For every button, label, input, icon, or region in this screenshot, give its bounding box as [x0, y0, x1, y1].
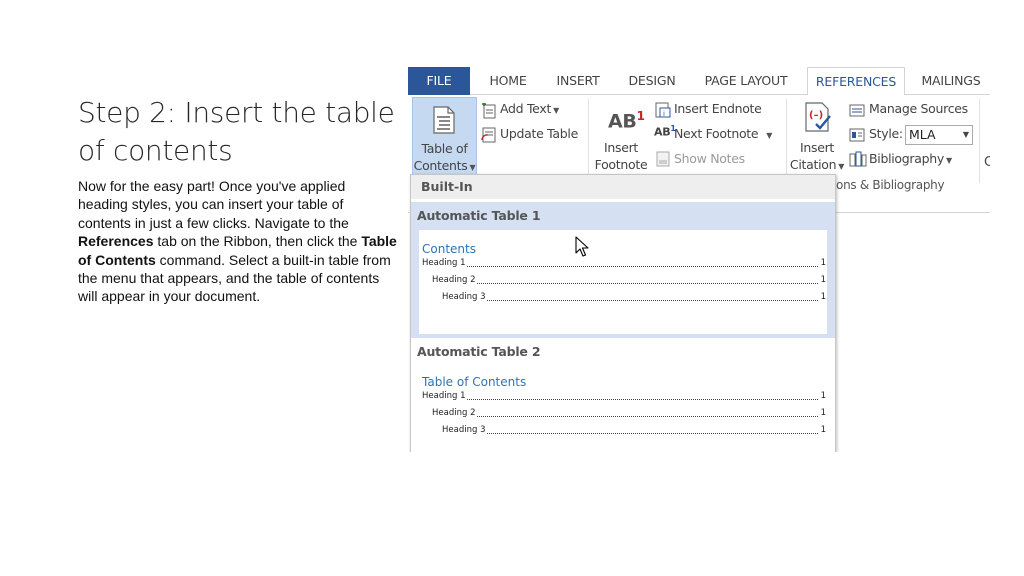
preview-title: Table of Contents	[422, 375, 527, 389]
svg-text:i: i	[663, 110, 665, 118]
body-text-1: Now for the easy part! Once you've appli…	[78, 178, 349, 231]
preview-line-label: Heading 2	[432, 275, 477, 285]
tab-mailings[interactable]: MAILINGS	[914, 67, 988, 95]
toc-label-line2-text: Contents	[413, 158, 468, 173]
ab-glyph: AB	[608, 110, 637, 133]
chevron-down-icon: ▼	[766, 131, 773, 140]
style-select[interactable]: MLA ▼	[905, 125, 973, 145]
insert-citation-icon: (–)	[805, 102, 831, 132]
ab-superscript: 1	[636, 109, 645, 123]
toc-dropdown-menu: Built-In Automatic Table 1 Contents Head…	[410, 174, 836, 452]
preview-title: Contents	[422, 242, 476, 256]
insert-citation-line1: Insert	[799, 140, 835, 155]
manage-sources-button[interactable]: Manage Sources	[869, 101, 968, 116]
preview-line: Heading 1 1	[422, 257, 826, 269]
citations-group-label: ions & Bibliography	[833, 178, 945, 192]
tab-page-layout[interactable]: PAGE LAYOUT	[696, 67, 796, 95]
leader-dots	[442, 433, 818, 434]
toc-label-line1: Table of	[421, 141, 468, 156]
preview-line-label: Heading 3	[442, 292, 487, 302]
leader-dots	[442, 300, 818, 301]
preview-line: Heading 3 1	[442, 424, 826, 436]
add-text-icon	[482, 103, 496, 119]
tab-insert[interactable]: INSERT	[546, 67, 610, 95]
style-icon	[849, 128, 865, 142]
word-screenshot: FILE HOME INSERT DESIGN PAGE LAYOUT REFE…	[408, 67, 990, 452]
insert-footnote-button[interactable]: Insert Footnote	[591, 139, 651, 173]
tab-file[interactable]: FILE	[408, 67, 470, 95]
slide-body: Now for the easy part! Once you've appli…	[78, 177, 398, 306]
insert-citation-line2: Citation ▼	[787, 156, 847, 175]
insert-citation-line2-text: Citation	[789, 157, 837, 172]
update-table-button[interactable]: Update Table	[500, 126, 578, 141]
leader-dots	[432, 283, 818, 284]
toc-label: Table of Contents ▼	[413, 140, 476, 176]
preview-line-page: 1	[820, 292, 826, 302]
preview-line-label: Heading 3	[442, 425, 487, 435]
mouse-cursor-icon	[575, 236, 589, 257]
style-label: Style:	[869, 126, 903, 141]
preview-line-label: Heading 1	[422, 258, 467, 268]
preview-line: Heading 2 1	[432, 274, 826, 286]
option-title: Automatic Table 1	[417, 208, 541, 223]
update-table-icon	[481, 127, 496, 143]
next-group-partial: C	[984, 155, 990, 170]
preview-line-page: 1	[820, 425, 826, 435]
insert-endnote-button[interactable]: Insert Endnote	[674, 101, 762, 116]
group-divider	[979, 99, 980, 183]
preview-line-label: Heading 2	[432, 408, 477, 418]
add-text-button[interactable]: Add Text ▼	[500, 101, 559, 116]
insert-citation-button[interactable]: Insert Citation ▼	[787, 139, 847, 175]
preview-line: Heading 2 1	[432, 407, 826, 419]
tab-references[interactable]: REFERENCES	[807, 67, 905, 96]
preview-line: Heading 3 1	[442, 291, 826, 303]
body-text-2: tab on the Ribbon, then click the	[153, 233, 362, 250]
toc-preview: Contents Heading 1 1 Heading 2 1 Heading 3…	[419, 230, 827, 334]
toc-option-automatic-table-1[interactable]: Automatic Table 1 Contents Heading 1 1 He…	[411, 202, 835, 338]
next-footnote-label: Next Footnote	[674, 126, 759, 141]
leader-dots	[422, 266, 818, 267]
svg-text:(–): (–)	[809, 110, 823, 121]
next-footnote-icon: AB1	[654, 124, 676, 139]
menu-section-header: Built-In	[411, 175, 835, 199]
chevron-down-icon: ▼	[553, 106, 559, 115]
preview-line-label: Heading 1	[422, 391, 467, 401]
option-title: Automatic Table 2	[417, 344, 541, 359]
tab-home[interactable]: HOME	[480, 67, 536, 95]
group-divider	[588, 99, 589, 183]
chevron-down-icon: ▼	[945, 156, 952, 165]
chevron-down-icon: ▼	[838, 162, 845, 171]
next-footnote-button[interactable]: Next Footnote ▼	[674, 126, 772, 141]
insert-endnote-icon: i	[655, 102, 671, 118]
body-bold-references: References	[78, 233, 154, 250]
preview-line-page: 1	[820, 408, 826, 418]
toc-option-automatic-table-2[interactable]: Automatic Table 2 Table of Contents Head…	[411, 341, 835, 452]
preview-line-page: 1	[820, 391, 826, 401]
leader-dots	[432, 416, 818, 417]
table-of-contents-button[interactable]: Table of Contents ▼	[412, 97, 477, 175]
chevron-down-icon: ▼	[962, 130, 969, 139]
table-of-contents-icon	[433, 106, 455, 134]
manage-sources-icon	[849, 104, 865, 117]
style-select-value: MLA	[909, 127, 936, 142]
slide-title: Step 2: Insert the table of contents	[78, 96, 395, 167]
insert-footnote-icon: AB1	[608, 109, 645, 132]
add-text-label: Add Text	[500, 101, 552, 116]
bibliography-label: Bibliography	[869, 151, 944, 166]
bibliography-icon	[849, 151, 867, 167]
toc-preview: Table of Contents Heading 11 Heading 21 …	[419, 363, 827, 452]
insert-footnote-line1: Insert	[603, 140, 639, 155]
show-notes-button[interactable]: Show Notes	[674, 151, 745, 166]
leader-dots	[422, 399, 818, 400]
preview-line-page: 1	[820, 258, 826, 268]
chevron-down-icon: ▼	[469, 163, 476, 172]
preview-line-page: 1	[820, 275, 826, 285]
tab-design[interactable]: DESIGN	[620, 67, 684, 95]
show-notes-icon	[656, 151, 670, 167]
preview-line: Heading 1 1	[422, 390, 826, 402]
bibliography-button[interactable]: Bibliography ▼	[869, 151, 952, 166]
insert-footnote-line2: Footnote	[594, 157, 648, 172]
ribbon-tabs: FILE HOME INSERT DESIGN PAGE LAYOUT REFE…	[408, 67, 990, 96]
